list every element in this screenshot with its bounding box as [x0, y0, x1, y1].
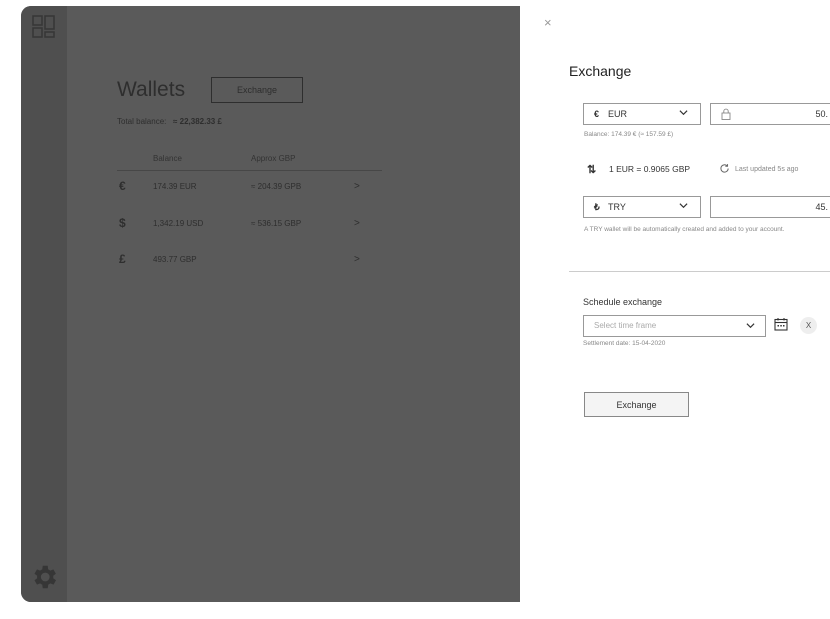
chevron-down-icon — [679, 203, 688, 209]
page-title: Wallets — [117, 78, 186, 101]
total-balance-value: ≈ 22,382.33 £ — [173, 117, 222, 126]
wallet-row-eur[interactable]: € 174.39 EUR ≈ 204.39 GPB > — [117, 179, 387, 199]
currency-symbol: ₺ — [594, 202, 600, 212]
currency-symbol: € — [119, 179, 126, 193]
to-currency-select[interactable]: ₺ TRY — [583, 196, 701, 218]
chevron-right-icon[interactable]: > — [354, 254, 360, 265]
clear-button[interactable]: X — [800, 317, 817, 334]
wallet-balance: 1,342.19 USD — [153, 219, 204, 228]
app-background: Wallets Exchange Total balance: ≈ 22,382… — [21, 6, 520, 602]
divider — [569, 271, 830, 272]
currency-symbol: $ — [119, 216, 126, 230]
currency-symbol: € — [594, 109, 600, 119]
divider — [117, 170, 382, 171]
chevron-down-icon — [746, 323, 755, 329]
currency-code: TRY — [608, 202, 626, 212]
from-amount-input[interactable]: 50. — [710, 103, 830, 125]
column-header-balance: Balance — [153, 154, 182, 163]
currency-code: EUR — [608, 109, 628, 119]
total-balance-label: Total balance: — [117, 117, 167, 126]
settlement-date: Settlement date: 15-04-2020 — [583, 340, 666, 347]
close-icon[interactable]: × — [544, 15, 552, 30]
last-updated: Last updated 5s ago — [735, 166, 799, 173]
exchange-button[interactable]: Exchange — [584, 392, 689, 417]
chevron-right-icon[interactable]: > — [354, 181, 360, 192]
dashboard-icon[interactable] — [32, 15, 56, 39]
wallet-balance: 493.77 GBP — [153, 255, 197, 264]
wallet-approx: ≈ 536.15 GBP — [251, 219, 302, 228]
exchange-open-button[interactable]: Exchange — [211, 77, 303, 103]
to-amount-input[interactable]: 45. — [710, 196, 830, 218]
sidebar — [21, 6, 67, 602]
column-header-approx-gbp: Approx GBP — [251, 154, 296, 163]
panel-title: Exchange — [569, 63, 632, 79]
from-amount-value: 50. — [815, 109, 828, 119]
time-frame-placeholder: Select time frame — [594, 321, 657, 330]
chevron-right-icon[interactable]: > — [354, 218, 360, 229]
total-balance: Total balance: ≈ 22,382.33 £ — [117, 117, 222, 126]
wallet-approx: ≈ 204.39 GPB — [251, 182, 302, 191]
refresh-icon[interactable] — [719, 163, 730, 174]
schedule-label: Schedule exchange — [583, 297, 663, 307]
swap-icon[interactable]: ⇅ — [587, 163, 596, 176]
calendar-icon[interactable] — [774, 317, 788, 331]
gear-icon[interactable] — [29, 562, 59, 592]
time-frame-select[interactable]: Select time frame — [583, 315, 766, 337]
wallet-row-usd[interactable]: $ 1,342.19 USD ≈ 536.15 GBP > — [117, 216, 387, 236]
currency-symbol: £ — [119, 252, 126, 266]
chevron-down-icon — [679, 110, 688, 116]
balance-note: Balance: 174.39 € (≈ 157.59 £) — [584, 131, 674, 138]
from-currency-select[interactable]: € EUR — [583, 103, 701, 125]
wallet-balance: 174.39 EUR — [153, 182, 197, 191]
lock-icon[interactable] — [721, 108, 731, 120]
to-wallet-note: A TRY wallet will be automatically creat… — [584, 226, 785, 233]
to-amount-value: 45. — [815, 202, 828, 212]
wallet-row-gbp[interactable]: £ 493.77 GBP > — [117, 252, 387, 272]
exchange-rate: 1 EUR = 0.9065 GBP — [609, 164, 691, 174]
